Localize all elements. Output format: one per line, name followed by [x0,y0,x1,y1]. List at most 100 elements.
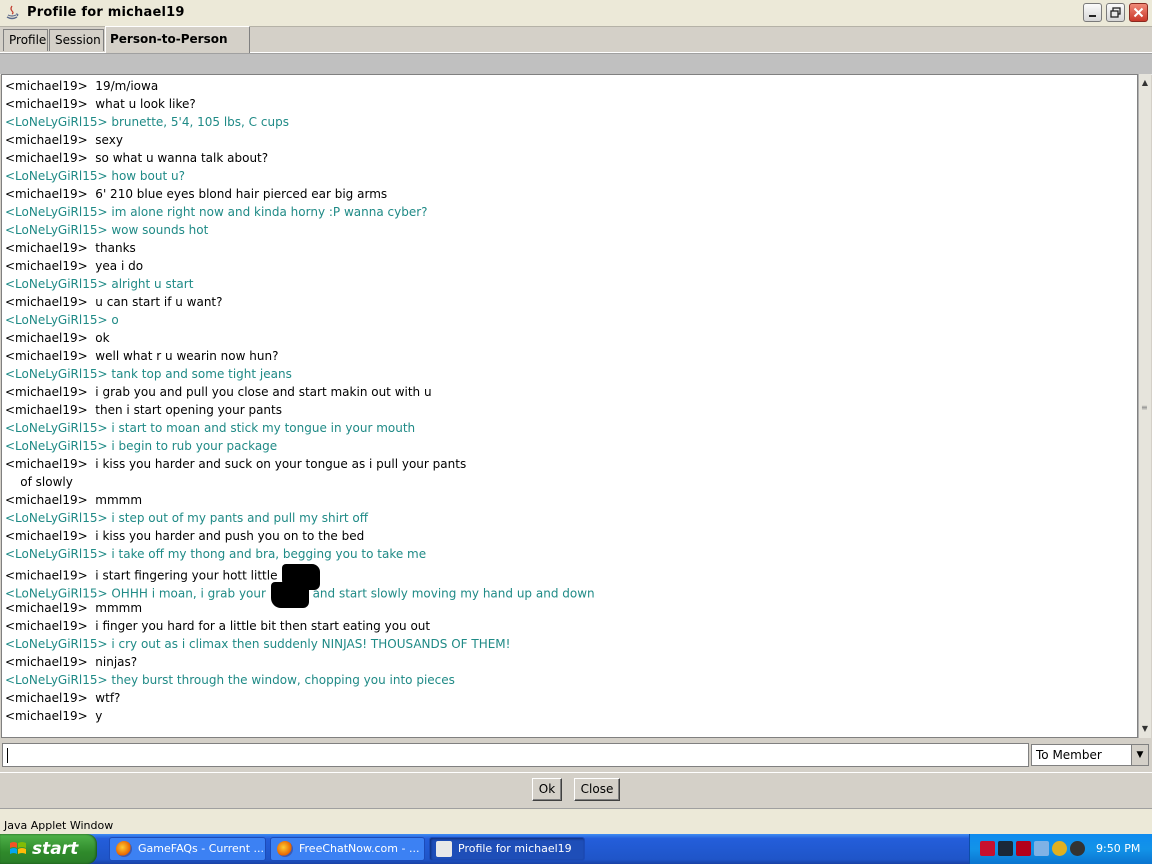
chat-message: <LoNeLyGiRl15> i take off my thong and b… [5,545,1125,563]
chat-message-text: <michael19> what u look like? [5,97,196,111]
chat-message: <michael19> 19/m/iowa [5,77,1125,95]
chat-message: <michael19> u can start if u want? [5,293,1125,311]
recipient-select[interactable]: To Member ▼ [1031,744,1149,766]
tab-profile[interactable]: Profile [3,29,48,51]
applet-status-text: Java Applet Window [4,819,114,832]
chat-message-text: <michael19> wtf? [5,691,121,705]
redaction-mark [270,582,309,608]
chat-message-text: <LoNeLyGiRl15> i begin to rub your packa… [5,439,278,453]
chat-message: <LoNeLyGiRl15> they burst through the wi… [5,671,1125,689]
chat-message-text: <LoNeLyGiRl15> im alone right now and ki… [5,205,428,219]
chat-message-text: <LoNeLyGiRl15> i step out of my pants an… [5,511,369,525]
globe-icon[interactable] [1052,841,1067,856]
chat-message: <LoNeLyGiRl15> tank top and some tight j… [5,365,1125,383]
window-titlebar[interactable]: Profile for michael19 [0,0,1152,27]
close-window-button[interactable] [1129,3,1148,22]
chat-message: <michael19> i start fingering your hott … [5,563,1125,590]
chat-message: of slowly [5,473,1125,491]
restore-button[interactable] [1106,3,1125,22]
chat-message: <LoNeLyGiRl15> how bout u? [5,167,1125,185]
chat-message-text: <michael19> ninjas? [5,655,138,669]
close-button[interactable]: Close [574,778,620,801]
minimize-icon [1089,15,1096,17]
chat-message: <michael19> well what r u wearin now hun… [5,347,1125,365]
chat-message-text: of slowly [5,475,73,489]
chat-message: <LoNeLyGiRl15> o [5,311,1125,329]
chat-message-text-continued: and start slowly moving my hand up and d… [308,586,595,601]
chat-message-text: <michael19> i finger you hard for a litt… [5,619,431,633]
taskbar-item-label: GameFAQs - Current ... [138,842,265,855]
chat-message: <michael19> i kiss you harder and push y… [5,527,1125,545]
chat-message-text: <michael19> ok [5,331,110,345]
chat-message: <LoNeLyGiRl15> alright u start [5,275,1125,293]
chat-message-text: <michael19> u can start if u want? [5,295,223,309]
chat-message: <LoNeLyGiRl15> brunette, 5'4, 105 lbs, C… [5,113,1125,131]
chat-message-text: <LoNeLyGiRl15> alright u start [5,277,194,291]
chat-message: <michael19> ok [5,329,1125,347]
message-input[interactable] [2,743,1029,767]
chat-message: <michael19> then i start opening your pa… [5,401,1125,419]
taskbar-item-gamefaqs[interactable]: GameFAQs - Current ... [109,837,266,861]
scroll-grip-icon: ≡ [1141,403,1148,412]
ok-button[interactable]: Ok [532,778,562,801]
speaker-icon[interactable] [1070,841,1085,856]
tab-person-to-person-chat[interactable]: Person-to-Person Chat [105,26,250,70]
chat-header-band [0,53,1152,75]
taskbar-item-freechatnow[interactable]: FreeChatNow.com - ... [270,837,425,861]
windows-taskbar: start GameFAQs - Current ... FreeChatNow… [0,834,1152,864]
chat-message-text: <michael19> yea i do [5,259,144,273]
chat-message-text: <LoNeLyGiRl15> i start to moan and stick… [5,421,416,435]
chat-message-text: <michael19> so what u wanna talk about? [5,151,269,165]
text-caret [7,748,8,763]
chat-message: <michael19> thanks [5,239,1125,257]
chat-message-text: <LoNeLyGiRl15> o [5,313,119,327]
chevron-down-icon[interactable]: ▼ [1131,745,1148,765]
tab-session[interactable]: Session [49,29,104,51]
chat-message-text: <michael19> mmmm [5,493,143,507]
minimize-button[interactable] [1083,3,1102,22]
chat-message-text: <michael19> mmmm [5,601,143,615]
taskbar-item-label: FreeChatNow.com - ... [299,842,420,855]
scroll-down-icon[interactable]: ▼ [1139,722,1151,736]
chat-message-text: <LoNeLyGiRl15> wow sounds hot [5,223,209,237]
chat-message: <michael19> sexy [5,131,1125,149]
chat-message: <michael19> i kiss you harder and suck o… [5,455,1125,473]
windows-flag-icon [10,842,26,854]
chat-message: <michael19> i grab you and pull you clos… [5,383,1125,401]
chat-message: <LoNeLyGiRl15> wow sounds hot [5,221,1125,239]
chat-message: <LoNeLyGiRl15> i step out of my pants an… [5,509,1125,527]
mcafee-icon[interactable] [1016,841,1031,856]
chat-message: <michael19> what u look like? [5,95,1125,113]
chat-scrollbar[interactable]: ▲ ≡ ▼ [1138,74,1151,738]
chat-message-text: <michael19> sexy [5,133,123,147]
taskbar-item-profile[interactable]: Profile for michael19 [429,837,585,861]
recipient-select-value: To Member [1036,748,1102,762]
chat-message-text: <LoNeLyGiRl15> brunette, 5'4, 105 lbs, C… [5,115,289,129]
chat-message: <michael19> y [5,707,1125,725]
chat-transcript[interactable]: <michael19> 19/m/iowa <michael19> what u … [1,74,1138,738]
chat-message-text: <LoNeLyGiRl15> i take off my thong and b… [5,547,427,561]
message-input-row: To Member ▼ [0,741,1152,770]
close-icon [1133,7,1144,18]
chat-message: <LoNeLyGiRl15> i cry out as i climax the… [5,635,1125,653]
window-title: Profile for michael19 [27,5,185,20]
chat-message-text: <michael19> i kiss you harder and suck o… [5,457,467,471]
steam-icon[interactable] [998,841,1013,856]
firefox-icon [116,841,132,857]
chat-message-text: <michael19> 19/m/iowa [5,79,159,93]
chat-message: <michael19> i finger you hard for a litt… [5,617,1125,635]
system-tray: 9:50 PM [969,834,1152,864]
chat-message-text: <michael19> y [5,709,103,723]
chat-message: <michael19> so what u wanna talk about? [5,149,1125,167]
start-button[interactable]: start [0,834,97,864]
chat-message: <LoNeLyGiRl15> i begin to rub your packa… [5,437,1125,455]
applet-status-bar: Java Applet Window [0,808,1152,835]
start-label: start [32,839,79,859]
taskbar-clock: 9:50 PM [1096,842,1141,855]
java-icon [436,841,452,857]
chat-message-text: <michael19> then i start opening your pa… [5,403,282,417]
chat-message-text: <michael19> i grab you and pull you clos… [5,385,432,399]
network-icon[interactable] [1034,841,1049,856]
ati-icon[interactable] [980,841,995,856]
scroll-up-icon[interactable]: ▲ [1139,76,1151,90]
